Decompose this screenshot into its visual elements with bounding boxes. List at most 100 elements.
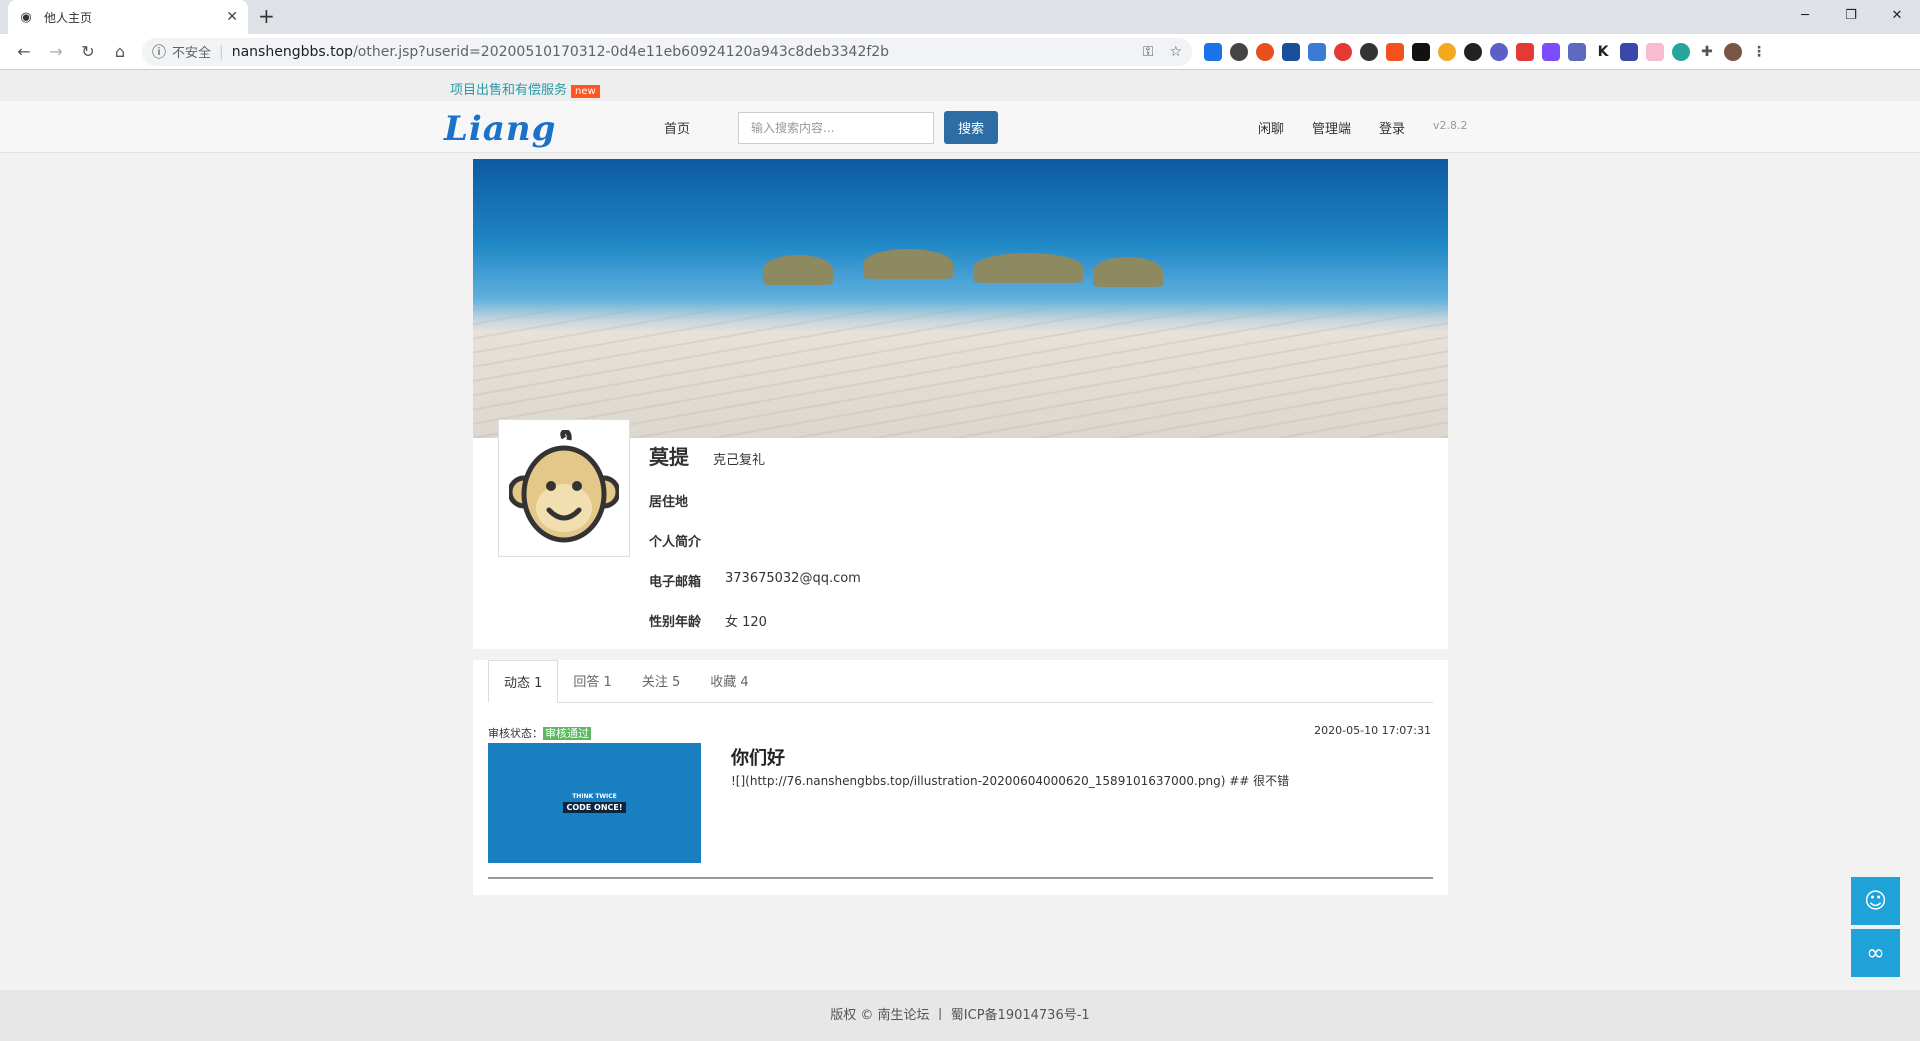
post-title[interactable]: 你们好 [731, 744, 785, 770]
extension-shield-icon[interactable] [1672, 42, 1690, 61]
tab-favorites[interactable]: 收藏 4 [695, 659, 763, 702]
extension-ia-icon[interactable] [1620, 42, 1638, 61]
profile-avatar-icon[interactable] [1724, 42, 1742, 61]
info-icon[interactable]: ⓘ [152, 42, 166, 62]
extension-translate-icon[interactable] [1308, 42, 1326, 61]
post-thumbnail[interactable]: THINK TWICE CODE ONCE! [488, 743, 701, 863]
extension-ghost-icon[interactable] [1230, 42, 1248, 61]
right-nav: 闲聊 管理端 登录 v2.8.2 [1258, 118, 1468, 137]
bookmark-star-icon[interactable]: ☆ [1169, 44, 1182, 60]
thumbnail-line2: CODE ONCE! [563, 802, 626, 813]
browser-tabbar: ◉ 他人主页 ✕ + ─ ❐ ✕ [0, 0, 1920, 34]
thumbnail-line1: THINK TWICE [572, 793, 617, 800]
key-icon[interactable]: ⚿ [1143, 44, 1154, 60]
banner-grass [1093, 257, 1163, 287]
tab-answers[interactable]: 回答 1 [558, 659, 626, 702]
footer-text: 版权 © 南生论坛 丨 蜀ICP备19014736号-1 [830, 1008, 1090, 1023]
site-logo[interactable]: Liang [444, 109, 556, 149]
search-input[interactable] [738, 112, 934, 144]
field-label: 性别年龄 [649, 615, 702, 630]
close-window-icon[interactable]: ✕ [1874, 0, 1920, 30]
smiley-icon: ☺ [1864, 888, 1887, 914]
infinity-icon: ∞ [1866, 940, 1885, 966]
nav-home-link[interactable]: 首页 [664, 118, 690, 137]
field-email: 电子邮箱 373675032@qq.com [649, 571, 861, 590]
monkey-avatar-icon [509, 430, 619, 543]
reload-icon[interactable]: ↻ [72, 42, 104, 61]
banner-grass [973, 253, 1083, 283]
extension-loop-icon[interactable] [1256, 42, 1274, 61]
url-host: nanshengbbs.top [231, 43, 354, 60]
loop-float-button[interactable]: ∞ [1851, 929, 1900, 977]
post-date: 2020-05-10 17:07:31 [1314, 724, 1431, 737]
extension-calendar-icon[interactable] [1646, 42, 1664, 61]
minimize-icon[interactable]: ─ [1782, 0, 1828, 30]
field-value: 女 120 [725, 615, 767, 630]
nav-admin-link[interactable]: 管理端 [1312, 118, 1351, 137]
nav-login-link[interactable]: 登录 [1379, 118, 1405, 137]
field-label: 个人简介 [649, 535, 702, 550]
site-footer: 版权 © 南生论坛 丨 蜀ICP备19014736号-1 [0, 990, 1920, 1041]
field-value: 373675032@qq.com [725, 571, 861, 586]
new-badge: new [571, 85, 600, 98]
extension-off-icon[interactable] [1516, 42, 1534, 61]
extensions-puzzle-icon[interactable]: ✚ [1698, 42, 1716, 61]
restore-icon[interactable]: ❐ [1828, 0, 1874, 30]
extension-gradient-icon[interactable] [1542, 42, 1560, 61]
extension-target-icon[interactable] [1334, 42, 1352, 61]
extensions-bar: K ✚ ⋮ [1204, 42, 1768, 61]
extension-clock-icon[interactable] [1464, 42, 1482, 61]
forward-icon[interactable]: → [40, 42, 72, 61]
banner-grass [863, 249, 953, 279]
extension-v-icon[interactable] [1282, 42, 1300, 61]
field-label: 电子邮箱 [649, 575, 702, 590]
new-tab-icon[interactable]: + [258, 6, 275, 26]
audit-status: 审核状态： 审核通过 [488, 725, 591, 741]
window-controls: ─ ❐ ✕ [1782, 0, 1920, 30]
audit-label: 审核状态： [488, 727, 543, 740]
banner-grass [763, 255, 833, 285]
omnibox-actions: ⚿ ☆ [1143, 44, 1182, 60]
nav-chat-link[interactable]: 闲聊 [1258, 118, 1284, 137]
insecure-label: 不安全 [172, 46, 212, 61]
site-header: Liang 首页 搜索 闲聊 管理端 登录 v2.8.2 [0, 101, 1920, 153]
field-gender-age: 性别年龄 女 120 [649, 611, 767, 630]
extension-k-icon[interactable]: K [1594, 42, 1612, 61]
back-icon[interactable]: ← [8, 42, 40, 61]
activity-tabs: 动态 1 回答 1 关注 5 收藏 4 [488, 660, 1433, 703]
extension-doc-icon[interactable] [1568, 42, 1586, 61]
url-path: /other.jsp?userid=20200510170312-0d4e11e… [353, 43, 890, 60]
promo-link[interactable]: 项目出售和有偿服务 new [450, 79, 600, 98]
promo-text: 项目出售和有偿服务 [450, 83, 568, 98]
profile-banner [473, 159, 1448, 438]
address-bar[interactable]: ⓘ 不安全 | nanshengbbs.top /other.jsp?useri… [142, 37, 1192, 66]
extension-orange-icon[interactable] [1386, 42, 1404, 61]
tab-title: 他人主页 [44, 10, 93, 25]
browser-tab[interactable]: ◉ 他人主页 ✕ [8, 0, 248, 34]
extension-square-icon[interactable] [1412, 42, 1430, 61]
tab-favicon-icon: ◉ [20, 9, 32, 25]
version-label: v2.8.2 [1433, 119, 1468, 132]
extension-new-icon[interactable] [1204, 42, 1222, 61]
promo-strip: 项目出售和有偿服务 new [0, 70, 1920, 101]
tab-following[interactable]: 关注 5 [627, 659, 695, 702]
profile-name: 莫提 [649, 445, 689, 469]
tab-close-icon[interactable]: ✕ [226, 9, 238, 25]
extension-weibo-icon[interactable] [1438, 42, 1456, 61]
extension-speed-icon[interactable] [1360, 42, 1378, 61]
menu-kebab-icon[interactable]: ⋮ [1750, 42, 1768, 61]
field-bio: 个人简介 [649, 531, 725, 550]
profile-motto: 克己复礼 [713, 453, 766, 468]
audit-status-badge: 审核通过 [543, 727, 591, 740]
tab-activity[interactable]: 动态 1 [488, 660, 559, 703]
search-button[interactable]: 搜索 [944, 111, 998, 144]
url-separator: | [219, 43, 224, 60]
post-body: ![](http://76.nanshengbbs.top/illustrati… [731, 774, 1290, 788]
avatar [498, 419, 630, 557]
home-icon[interactable]: ⌂ [104, 42, 136, 61]
profile-card: 莫提 克己复礼 居住地 个人简介 电子邮箱 373675032@qq.com 性别… [473, 159, 1448, 649]
browser-toolbar: ← → ↻ ⌂ ⓘ 不安全 | nanshengbbs.top /other.j… [0, 34, 1920, 70]
chat-float-button[interactable]: ☺ [1851, 877, 1900, 925]
field-label: 居住地 [649, 495, 689, 510]
extension-check-icon[interactable] [1490, 42, 1508, 61]
